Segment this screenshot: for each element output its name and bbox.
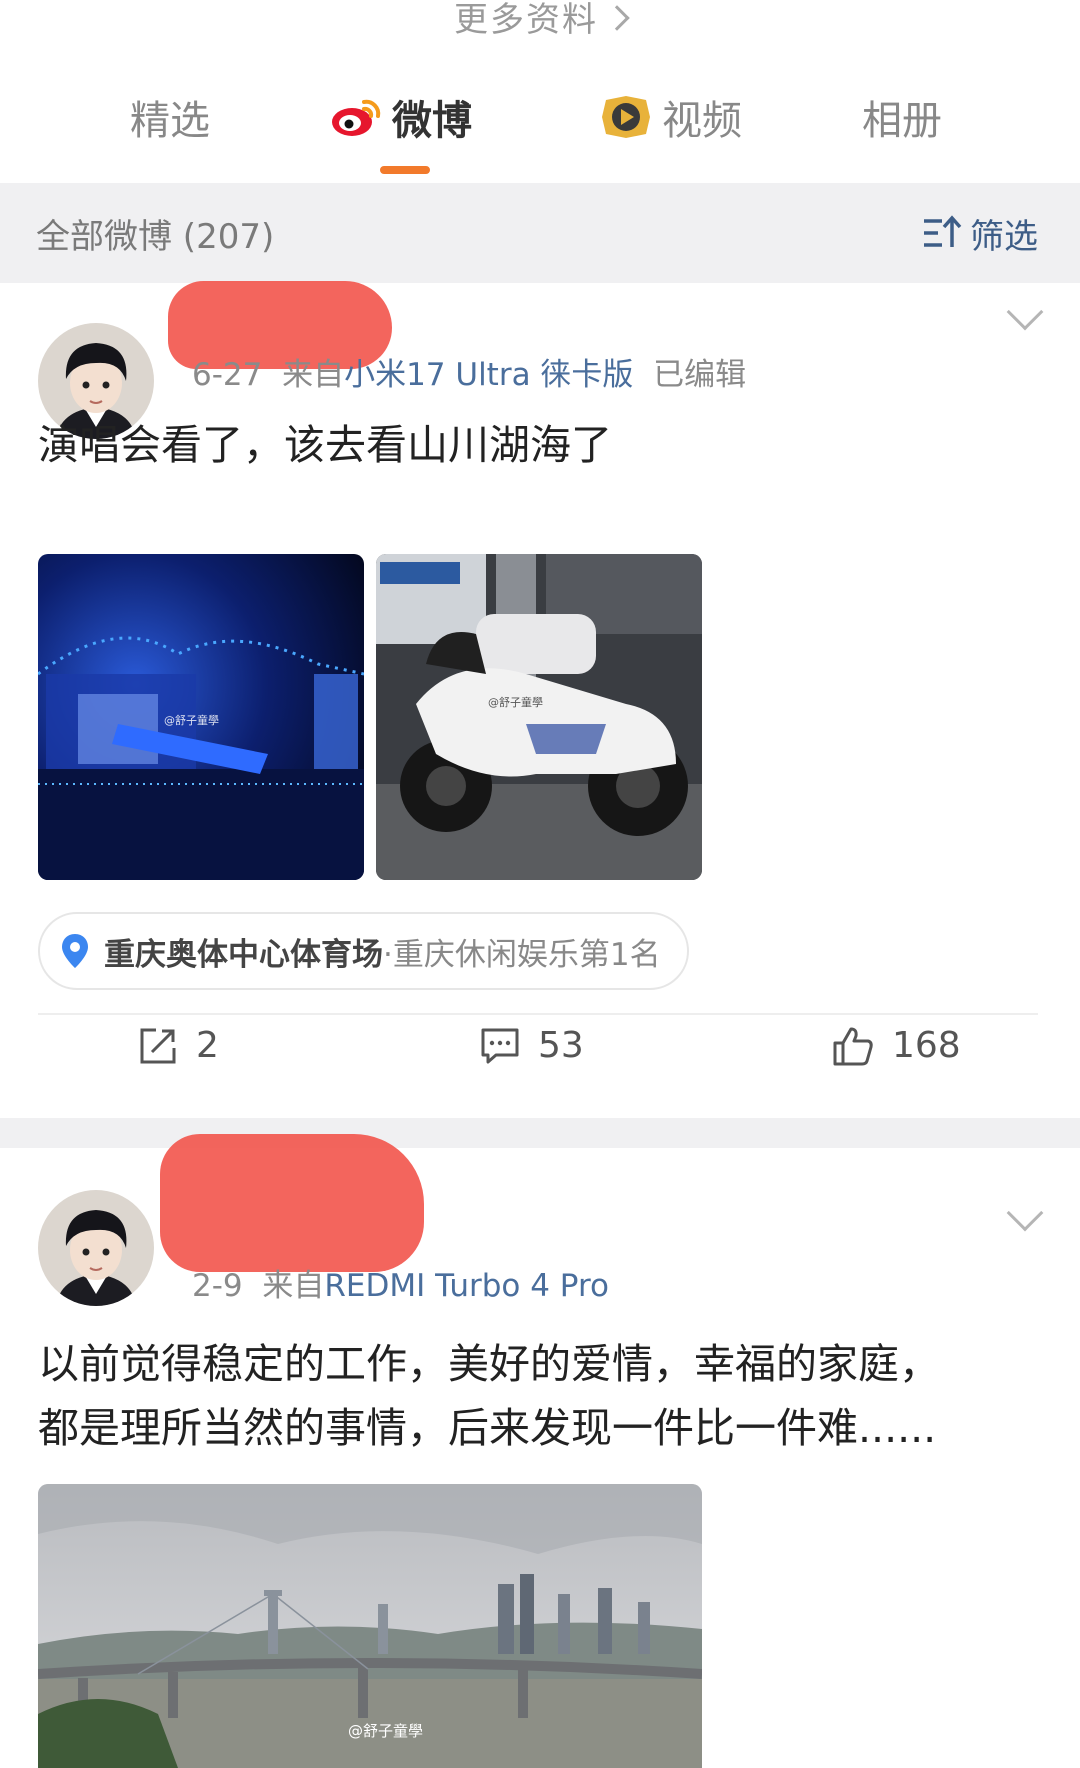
location-separator: · (383, 936, 393, 973)
chevron-down-icon[interactable] (1006, 293, 1044, 331)
redacted-username (160, 1134, 424, 1272)
weibo-logo-icon (332, 99, 381, 136)
post-source-prefix: 来自 (282, 357, 345, 393)
post-text: 以前觉得稳定的工作，美好的爱情，幸福的家庭， 都是理所当然的事情，后来发现一件比… (38, 1332, 1038, 1460)
image-watermark: @舒子童學 (488, 695, 543, 709)
more-info-label: 更多资料 (454, 0, 598, 40)
post-date: 2-9 (192, 1268, 243, 1304)
like-count: 168 (892, 1025, 961, 1066)
post-meta: 2-9 来自REDMI Turbo 4 Pro (192, 1260, 609, 1305)
divider (38, 1013, 1038, 1015)
location-pin-icon (62, 934, 88, 968)
tab-featured[interactable]: 精选 (130, 88, 210, 146)
post-image-motorcycle[interactable]: @舒子童學 (376, 554, 702, 880)
post-source-prefix: 来自 (262, 1268, 325, 1304)
tab-label: 微博 (392, 98, 472, 144)
tab-label: 精选 (130, 98, 210, 144)
chevron-down-icon[interactable] (1006, 1194, 1044, 1232)
comment-icon (481, 1028, 519, 1063)
repost-count: 2 (196, 1025, 219, 1066)
filter-button[interactable]: 筛选 (922, 209, 1038, 258)
video-play-icon (602, 96, 650, 138)
post-text: 演唱会看了，该去看山川湖海了 (38, 421, 612, 469)
comment-button[interactable]: 53 (480, 1025, 584, 1066)
tab-weibo[interactable]: 微博 (330, 88, 472, 146)
filter-label: 筛选 (970, 216, 1038, 257)
like-button[interactable]: 168 (832, 1025, 961, 1066)
filter-sort-icon (924, 215, 962, 247)
tab-label: 视频 (662, 98, 742, 144)
location-tag[interactable]: 重庆奥体中心体育场·重庆休闲娱乐第1名 (38, 912, 689, 990)
feed-post: 6-27 来自小米17 Ultra 徕卡版 已编辑 演唱会看了，该去看山川湖海了… (0, 281, 1080, 1123)
repost-icon (140, 1028, 176, 1063)
tab-label: 相册 (862, 98, 942, 144)
location-rank: 重庆休闲娱乐第1名 (392, 936, 661, 973)
post-text-line: 以前觉得稳定的工作，美好的爱情，幸福的家庭， (38, 1340, 940, 1388)
post-actions: 2 53 168 (0, 1025, 1080, 1105)
post-source-device[interactable]: REDMI Turbo 4 Pro (324, 1268, 609, 1304)
tab-album[interactable]: 相册 (862, 88, 942, 146)
active-tab-indicator (380, 166, 430, 174)
profile-tabs: 精选 微博 视频 相册 (0, 78, 1080, 178)
tab-video[interactable]: 视频 (600, 88, 742, 146)
comment-count: 53 (538, 1025, 584, 1066)
image-watermark: @舒子童學 (348, 1722, 423, 1740)
repost-button[interactable]: 2 (138, 1025, 219, 1066)
post-text-line: 都是理所当然的事情，后来发现一件比一件难...... (38, 1404, 937, 1452)
location-place: 重庆奥体中心体育场 (104, 936, 383, 973)
post-date: 6-27 (192, 357, 263, 393)
all-posts-count: 全部微博 (207) (36, 216, 275, 257)
post-source-device[interactable]: 小米17 Ultra 徕卡版 (344, 357, 633, 393)
edited-label: 已编辑 (653, 357, 747, 393)
filter-bar: 全部微博 (207) 筛选 (0, 183, 1080, 283)
thumbs-up-icon (833, 1027, 873, 1065)
feed-post: 2-9 来自REDMI Turbo 4 Pro 以前觉得稳定的工作，美好的爱情，… (0, 1134, 1080, 1768)
post-image-concert[interactable]: @舒子童學 (38, 554, 364, 880)
avatar[interactable] (38, 1190, 154, 1306)
chevron-right-icon (604, 5, 630, 31)
post-image-bridge[interactable]: @舒子童學 (38, 1484, 702, 1768)
post-separator (0, 1118, 1080, 1148)
post-meta: 6-27 来自小米17 Ultra 徕卡版 已编辑 (192, 349, 746, 394)
more-info-link[interactable]: 更多资料 (0, 0, 1080, 41)
image-watermark: @舒子童學 (164, 713, 219, 727)
